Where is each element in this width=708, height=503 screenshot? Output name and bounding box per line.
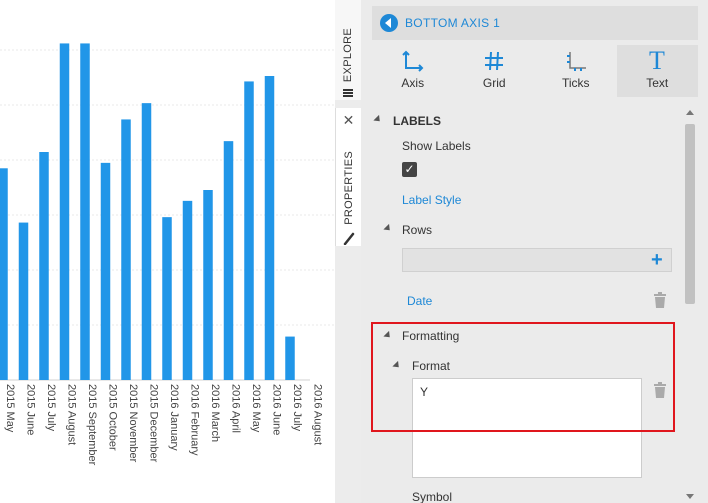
formatting-highlight-box	[371, 322, 675, 432]
panel-header[interactable]: BOTTOM AXIS 1	[372, 6, 698, 40]
tab-properties[interactable]: ✕ PROPERTIES	[335, 108, 361, 246]
x-tick-label: 2015 November	[127, 384, 139, 463]
tool-grid-label: Grid	[482, 76, 506, 90]
close-icon[interactable]: ✕	[343, 112, 355, 129]
ticks-icon	[565, 48, 587, 72]
bar[interactable]	[100, 162, 111, 380]
bar[interactable]	[244, 81, 254, 380]
tool-ticks[interactable]: Ticks	[535, 45, 617, 97]
rows-section-title: Rows	[402, 223, 433, 237]
axis-icon	[402, 48, 424, 72]
tool-axis[interactable]: Axis	[372, 45, 454, 97]
bar-chart: 2015 May 2015 June 2015 July 2015 August 201…	[0, 43, 335, 466]
collapse-rows-icon[interactable]	[383, 223, 393, 234]
collapse-labels-icon[interactable]	[373, 114, 383, 125]
label-style-link[interactable]: Label Style	[402, 193, 461, 207]
add-row-icon[interactable]: +	[651, 250, 663, 270]
x-tick-label: 2016 March	[209, 384, 221, 442]
x-tick-label: 2016 February	[189, 384, 201, 456]
x-tick-label: 2015 October	[107, 384, 119, 451]
scroll-up-icon[interactable]	[686, 110, 694, 115]
text-icon: T	[646, 48, 668, 72]
bar[interactable]	[0, 168, 8, 380]
tab-properties-label: PROPERTIES	[342, 151, 355, 225]
x-tick-label: 2015 September	[86, 384, 98, 466]
back-icon[interactable]	[380, 14, 398, 32]
bar[interactable]	[80, 43, 90, 381]
axis-toolbar: Axis Grid Ticks T Text	[372, 45, 698, 97]
tool-text[interactable]: T Text	[616, 45, 698, 97]
x-tick-label: 2016 April	[230, 384, 242, 433]
x-tick-label: 2015 July	[45, 384, 57, 432]
tab-explore[interactable]: EXPLORE	[335, 0, 361, 100]
x-tick-label: 2016 July	[291, 384, 303, 432]
bar[interactable]	[162, 217, 172, 380]
bar[interactable]	[18, 222, 29, 380]
trash-icon[interactable]	[653, 292, 667, 308]
x-tick-label: 2016 January	[168, 384, 180, 451]
bar[interactable]	[39, 152, 49, 380]
show-labels-label: Show Labels	[402, 139, 471, 153]
tool-grid[interactable]: Grid	[454, 45, 536, 97]
bar[interactable]	[264, 76, 275, 380]
x-tick-label: 2015 June	[25, 384, 37, 435]
stack-icon	[343, 89, 353, 98]
scroll-down-icon[interactable]	[686, 494, 694, 499]
x-tick-label: 2015 December	[148, 384, 160, 463]
bar[interactable]	[223, 141, 234, 380]
x-tick-label: 2016 June	[271, 384, 283, 435]
labels-section-title: LABELS	[393, 114, 441, 128]
bar[interactable]	[285, 336, 295, 380]
x-tick-label: 2016 May	[250, 384, 262, 433]
bar[interactable]	[59, 43, 70, 381]
x-tick-label: 2015 August	[66, 384, 78, 445]
side-tab-strip: EXPLORE ✕ PROPERTIES	[335, 0, 361, 503]
tool-ticks-label: Ticks	[561, 76, 590, 90]
brush-icon	[343, 232, 354, 245]
svg-text:T: T	[649, 48, 665, 72]
show-labels-checkbox[interactable]: ✓	[402, 162, 417, 177]
x-tick-label: 2016 August	[312, 384, 324, 445]
tool-text-label: Text	[646, 76, 669, 90]
bar[interactable]	[121, 119, 131, 380]
tool-axis-label: Axis	[401, 76, 425, 90]
bar[interactable]	[182, 200, 193, 380]
panel-title: BOTTOM AXIS 1	[405, 16, 501, 30]
rows-item-date[interactable]: Date	[407, 294, 432, 308]
scroll-thumb[interactable]	[685, 124, 695, 304]
bar[interactable]	[141, 103, 152, 381]
rows-drop-field[interactable]	[402, 248, 672, 272]
property-sections: LABELS Show Labels ✓ Label Style Rows + …	[372, 104, 682, 503]
tab-explore-label: EXPLORE	[342, 28, 354, 83]
panel-scrollbar[interactable]	[682, 104, 698, 503]
grid-icon	[483, 48, 505, 72]
bar[interactable]	[203, 190, 213, 380]
symbol-section-title: Symbol	[412, 490, 453, 503]
x-tick-label: 2015 May	[4, 384, 16, 433]
chart-area: 2015 May 2015 June 2015 July 2015 August 201…	[0, 0, 335, 503]
